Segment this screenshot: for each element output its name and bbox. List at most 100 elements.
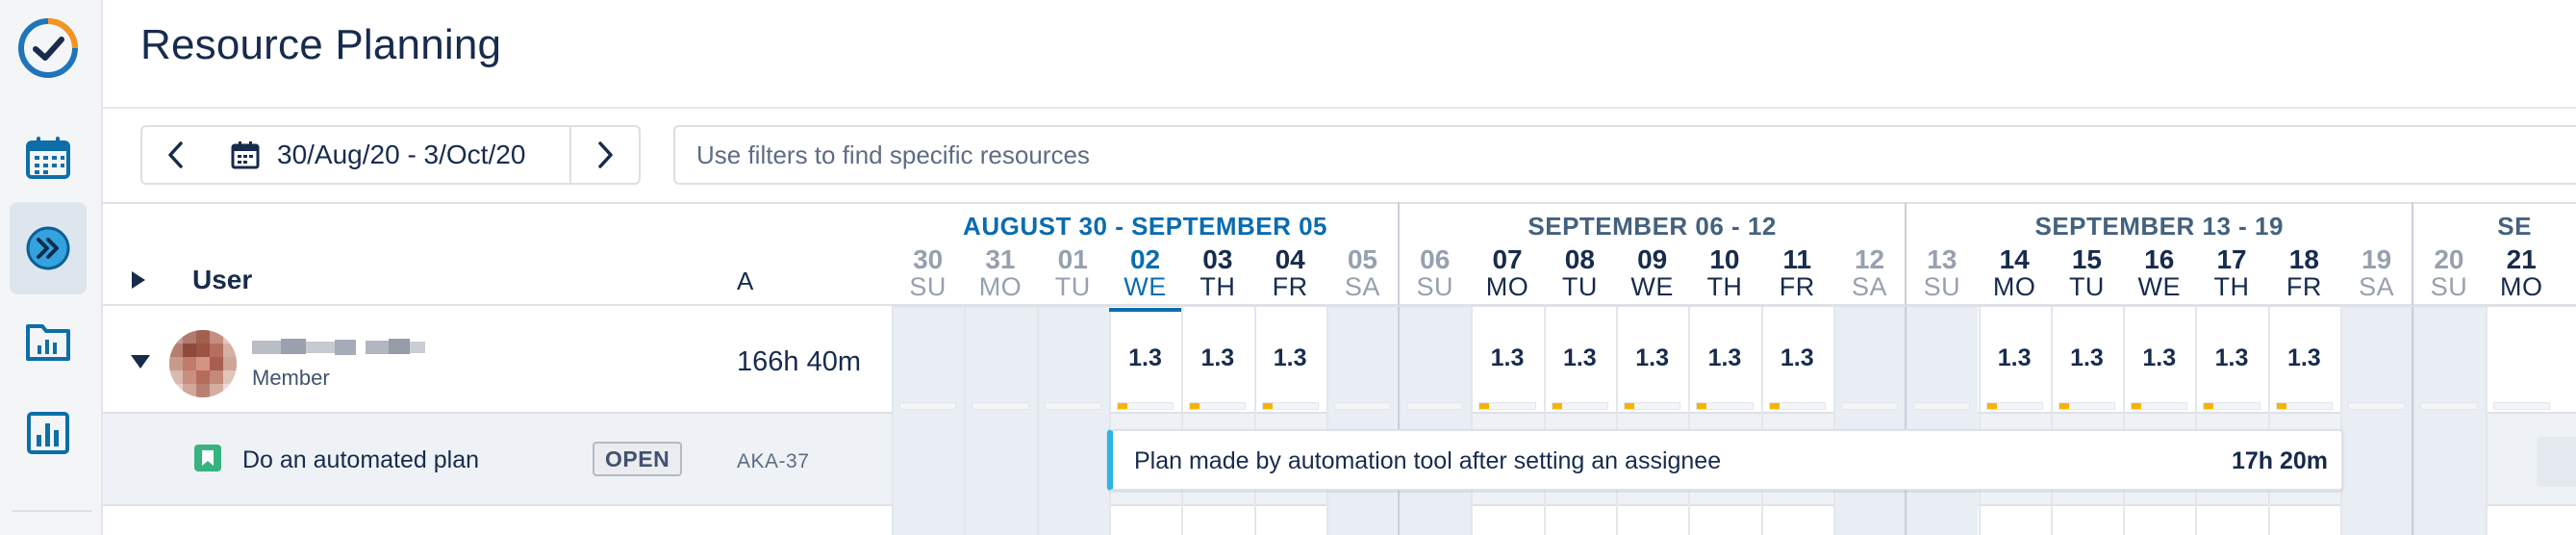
- day-hours[interactable]: 1.3: [1688, 344, 1760, 372]
- resource-filter-input[interactable]: [673, 125, 2576, 185]
- day-number: 05: [1347, 244, 1378, 274]
- day-header: 13 SU: [1906, 244, 1978, 301]
- day-column: [892, 306, 965, 535]
- day-column: [2412, 306, 2486, 535]
- day-header: 18 FR: [2268, 244, 2340, 301]
- day-header: 03 TH: [1181, 244, 1253, 301]
- day-column: [1471, 306, 1543, 535]
- next-period-button[interactable]: [569, 125, 641, 185]
- capacity-bar: [2420, 402, 2478, 410]
- capacity-bar: [1478, 402, 1536, 410]
- day-number: 14: [1999, 244, 2030, 274]
- page-title: Resource Planning: [140, 21, 502, 68]
- capacity-bar: [2275, 402, 2333, 410]
- day-hours[interactable]: 1.3: [2195, 344, 2267, 372]
- day-column: [1906, 306, 1979, 535]
- capacity-bar: [1551, 402, 1608, 410]
- status-badge: OPEN: [593, 442, 683, 476]
- day-name: MO: [1485, 272, 1529, 301]
- chevron-right-icon: [598, 141, 613, 168]
- calendar-icon: [231, 141, 260, 169]
- day-header: 10 TH: [1688, 246, 1760, 301]
- user-name-redacted: [252, 339, 425, 355]
- day-hours[interactable]: 1.3: [1544, 344, 1616, 372]
- day-number: 20: [2434, 244, 2464, 274]
- column-header-user[interactable]: User: [192, 265, 252, 295]
- day-hours[interactable]: 1.3: [1616, 344, 1688, 372]
- app-logo-icon[interactable]: [16, 16, 80, 80]
- day-number: 16: [2144, 244, 2175, 274]
- day-hours[interactable]: 1.3: [2268, 344, 2340, 372]
- bar-chart-icon: [27, 412, 69, 454]
- day-name: SA: [2359, 272, 2395, 301]
- day-column: [1108, 306, 1181, 535]
- day-header: 12 SA: [1833, 246, 1906, 301]
- day-header: 02 WE: [1108, 246, 1182, 312]
- day-header: 01 TU: [1037, 244, 1109, 301]
- header-divider: [103, 107, 2576, 109]
- task-key[interactable]: AKA-37: [737, 450, 809, 473]
- capacity-bar: [1696, 402, 1754, 410]
- day-header: 07 MO: [1471, 244, 1543, 301]
- day-name: FR: [2286, 272, 2322, 301]
- capacity-bar: [1261, 402, 1319, 410]
- offscreen-plan-chip[interactable]: [2537, 437, 2576, 487]
- capacity-bar: [1189, 402, 1247, 410]
- capacity-bar: [1985, 402, 2043, 410]
- day-hours[interactable]: 1.3: [1109, 344, 1181, 372]
- capacity-bar: [1913, 402, 1971, 410]
- task-name-link[interactable]: Do an automated plan: [242, 446, 479, 474]
- capacity-fill: [2058, 403, 2069, 409]
- capacity-bar: [2203, 402, 2260, 410]
- day-number: 01: [1057, 244, 1088, 274]
- day-number: 07: [1492, 244, 1523, 274]
- day-hours[interactable]: 1.3: [1761, 344, 1833, 372]
- capacity-fill: [1697, 403, 1707, 409]
- day-name: FR: [1272, 272, 1308, 301]
- nav-resource-planning[interactable]: [10, 202, 87, 294]
- date-range-picker[interactable]: 30/Aug/20 - 3/Oct/20: [210, 125, 571, 185]
- capacity-bar: [1116, 402, 1174, 410]
- day-hours[interactable]: 1.3: [1181, 344, 1253, 372]
- day-name: SU: [1416, 272, 1453, 301]
- day-header: 15 TU: [2051, 246, 2123, 301]
- nav-calendar[interactable]: [10, 112, 87, 204]
- previous-period-button[interactable]: [140, 125, 212, 185]
- day-header: 05 SA: [1326, 244, 1399, 301]
- day-column: [1253, 306, 1326, 535]
- capacity-fill: [1986, 403, 1997, 409]
- day-name: MO: [2499, 272, 2543, 301]
- day-name: TU: [1561, 272, 1598, 301]
- collapse-caret-icon[interactable]: [129, 352, 152, 371]
- day-header: 30 SU: [892, 246, 964, 301]
- day-column: [1036, 306, 1109, 535]
- story-bookmark-icon: [194, 445, 221, 471]
- nav-folder-reports[interactable]: [10, 294, 87, 387]
- day-hours[interactable]: 1.3: [2123, 344, 2195, 372]
- day-name: SU: [2430, 272, 2468, 301]
- day-number: 18: [2288, 244, 2319, 274]
- column-header-a[interactable]: A: [737, 267, 753, 296]
- day-hours[interactable]: 1.3: [1254, 344, 1326, 372]
- plan-bar[interactable]: Plan made by automation tool after setti…: [1107, 429, 2343, 491]
- day-name: SU: [909, 272, 947, 301]
- day-number: 06: [1420, 244, 1451, 274]
- day-hours[interactable]: 1.3: [1471, 344, 1543, 372]
- capacity-bar: [972, 402, 1029, 410]
- day-number: 03: [1202, 244, 1233, 274]
- nav-reports[interactable]: [10, 387, 87, 479]
- week-label: AUGUST 30 - SEPTEMBER 05: [963, 212, 1328, 241]
- day-header: 06 SU: [1399, 244, 1471, 301]
- day-hours[interactable]: 1.3: [1979, 344, 2051, 372]
- day-name: WE: [1124, 272, 1167, 301]
- week-label: SE: [2497, 212, 2532, 241]
- day-hours[interactable]: 1.3: [2051, 344, 2123, 372]
- day-column: [1326, 306, 1400, 535]
- day-column: [1399, 306, 1472, 535]
- day-column: [2195, 306, 2267, 535]
- day-column: [2340, 306, 2413, 535]
- day-column: [1181, 306, 1253, 535]
- day-number: 13: [1927, 244, 1957, 274]
- expand-all-caret-icon[interactable]: [129, 269, 148, 291]
- day-name: SA: [1344, 272, 1380, 301]
